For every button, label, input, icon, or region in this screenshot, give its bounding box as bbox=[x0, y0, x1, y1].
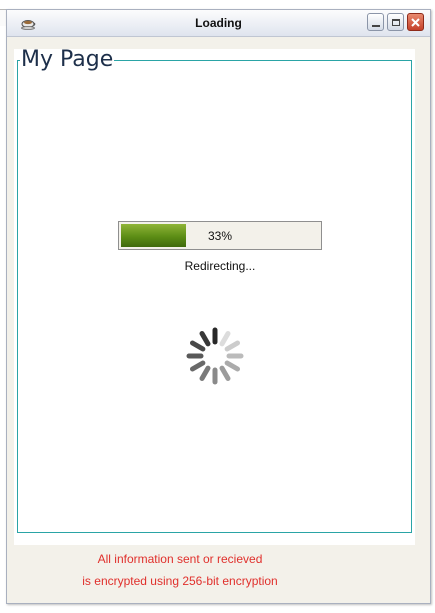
close-icon bbox=[411, 17, 420, 27]
loading-window: Loading My Page 33% Redirecting... All i… bbox=[6, 9, 431, 604]
maximize-icon bbox=[391, 18, 400, 26]
spinner-spoke bbox=[224, 360, 241, 372]
spinner-spoke bbox=[189, 340, 206, 352]
close-button[interactable] bbox=[407, 13, 424, 31]
progress-bar: 33% bbox=[118, 221, 322, 250]
minimize-button[interactable] bbox=[367, 13, 384, 31]
page-group-box: My Page 33% Redirecting... bbox=[17, 47, 412, 533]
spinner-spoke bbox=[224, 340, 241, 352]
maximize-button[interactable] bbox=[387, 13, 404, 31]
minimize-icon bbox=[371, 25, 380, 27]
page-title: My Page bbox=[21, 47, 114, 72]
loading-spinner-icon bbox=[183, 324, 247, 388]
encryption-notice: All information sent or recieved is encr… bbox=[7, 548, 430, 592]
status-message: Redirecting... bbox=[184, 259, 256, 273]
spinner-spoke bbox=[189, 360, 206, 372]
spinner-spoke bbox=[219, 365, 231, 382]
progress-percent: 33% bbox=[207, 229, 233, 243]
title-bar[interactable]: Loading bbox=[7, 10, 430, 37]
spinner-spoke bbox=[199, 365, 211, 382]
content-area: My Page 33% Redirecting... bbox=[14, 47, 415, 545]
spinner-spoke bbox=[199, 330, 211, 347]
spinner-spoke bbox=[219, 330, 231, 347]
notice-line-1: All information sent or recieved bbox=[97, 552, 263, 566]
notice-line-2: is encrypted using 256-bit encryption bbox=[82, 574, 278, 588]
